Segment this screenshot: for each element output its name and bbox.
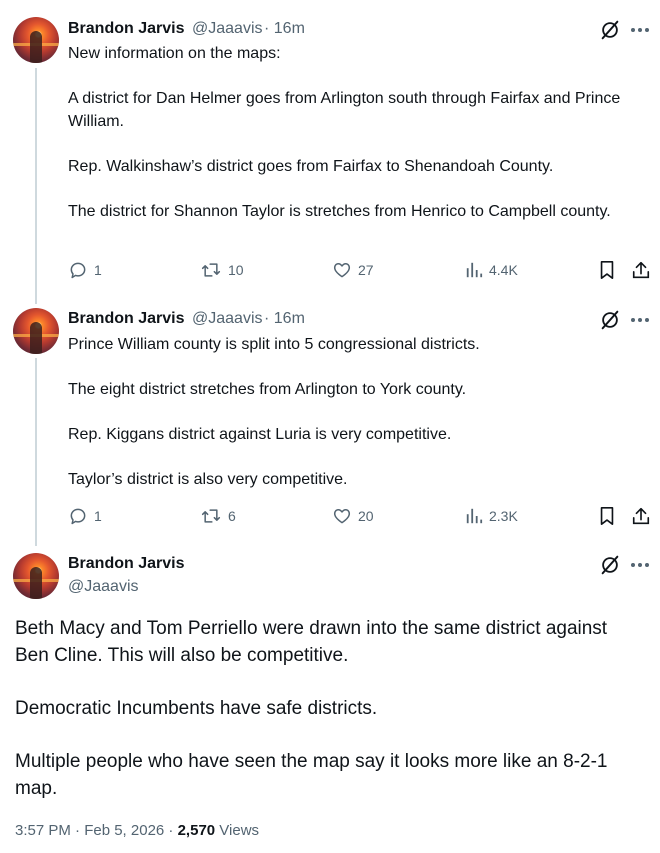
- thread-tweet[interactable]: Brandon Jarvis @Jaaavis · 16m New inform…: [0, 0, 660, 300]
- like-icon: [333, 509, 351, 524]
- grok-icon[interactable]: [598, 308, 622, 332]
- reply-count: 1: [94, 508, 102, 524]
- grok-icon[interactable]: [598, 18, 622, 42]
- repost-icon: [201, 263, 221, 277]
- author-name[interactable]: Brandon Jarvis: [68, 310, 184, 328]
- views-count: 2.3K: [489, 508, 518, 524]
- tweet-text: Prince William county is split into 5 co…: [68, 333, 638, 491]
- author-handle[interactable]: @Jaaavis: [68, 578, 139, 596]
- avatar[interactable]: [13, 553, 59, 599]
- like-count: 20: [358, 508, 374, 524]
- views-count: 4.4K: [489, 262, 518, 278]
- views-button[interactable]: 2.3K: [465, 504, 518, 528]
- main-tweet[interactable]: Brandon Jarvis @Jaaavis Beth Macy and To…: [0, 545, 660, 853]
- bookmark-icon[interactable]: [596, 505, 618, 527]
- post-time[interactable]: · 16m: [264, 310, 305, 328]
- author-name[interactable]: Brandon Jarvis: [68, 20, 184, 38]
- views-button[interactable]: 4.4K: [465, 258, 518, 282]
- bookmark-icon[interactable]: [596, 259, 618, 281]
- repost-icon: [201, 509, 221, 523]
- reply-count: 1: [94, 262, 102, 278]
- tweet-paragraph: Taylor’s district is also very competiti…: [68, 471, 348, 488]
- author-name[interactable]: Brandon Jarvis: [68, 555, 184, 573]
- like-icon: [333, 263, 351, 278]
- author-handle[interactable]: @Jaaavis: [192, 20, 263, 38]
- share-icon[interactable]: [630, 259, 652, 281]
- tweet-paragraph: The eight district stretches from Arling…: [68, 381, 467, 398]
- tweet-paragraph: Beth Macy and Tom Perriello were drawn i…: [15, 618, 608, 666]
- tweet-meta: 3:57 PM · Feb 5, 2026 · 2,570 Views: [15, 822, 259, 839]
- reply-button[interactable]: 1: [68, 504, 102, 528]
- more-dots-icon[interactable]: [628, 308, 652, 332]
- post-timestamp[interactable]: 3:57 PM · Feb 5, 2026 ·: [15, 822, 178, 839]
- more-dots-icon[interactable]: [628, 18, 652, 42]
- repost-count: 10: [228, 262, 244, 278]
- tweet-paragraph: Democratic Incumbents have safe district…: [15, 698, 378, 719]
- views-label: Views: [215, 822, 260, 839]
- reply-button[interactable]: 1: [68, 258, 102, 282]
- thread-tweet[interactable]: Brandon Jarvis @Jaaavis · 16m Prince Wil…: [0, 300, 660, 545]
- tweet-paragraph: The district for Shannon Taylor is stret…: [68, 203, 611, 220]
- author-handle[interactable]: @Jaaavis: [192, 310, 263, 328]
- tweet-text: New information on the maps: A district …: [68, 42, 638, 223]
- reply-icon: [70, 508, 86, 525]
- avatar[interactable]: [13, 308, 59, 354]
- repost-button[interactable]: 6: [200, 504, 236, 528]
- grok-icon[interactable]: [598, 553, 622, 577]
- main-tweet-text: Beth Macy and Tom Perriello were drawn i…: [15, 615, 645, 802]
- more-dots-icon[interactable]: [628, 553, 652, 577]
- tweet-paragraph: Prince William county is split into 5 co…: [68, 336, 480, 353]
- share-icon[interactable]: [630, 505, 652, 527]
- tweet-paragraph: New information on the maps:: [68, 45, 281, 62]
- views-icon: [466, 262, 483, 278]
- tweet-paragraph: Rep. Kiggans district against Luria is v…: [68, 426, 452, 443]
- like-button[interactable]: 27: [332, 258, 374, 282]
- tweet-paragraph: Multiple people who have seen the map sa…: [15, 751, 608, 799]
- tweet-paragraph: A district for Dan Helmer goes from Arli…: [68, 90, 621, 130]
- tweet-paragraph: Rep. Walkinshaw’s district goes from Fai…: [68, 158, 554, 175]
- like-button[interactable]: 20: [332, 504, 374, 528]
- reply-icon: [70, 262, 86, 279]
- avatar[interactable]: [13, 17, 59, 63]
- like-count: 27: [358, 262, 374, 278]
- views-total: 2,570: [177, 822, 216, 839]
- repost-count: 6: [228, 508, 236, 524]
- repost-button[interactable]: 10: [200, 258, 244, 282]
- views-icon: [466, 508, 483, 524]
- post-time[interactable]: · 16m: [264, 20, 305, 38]
